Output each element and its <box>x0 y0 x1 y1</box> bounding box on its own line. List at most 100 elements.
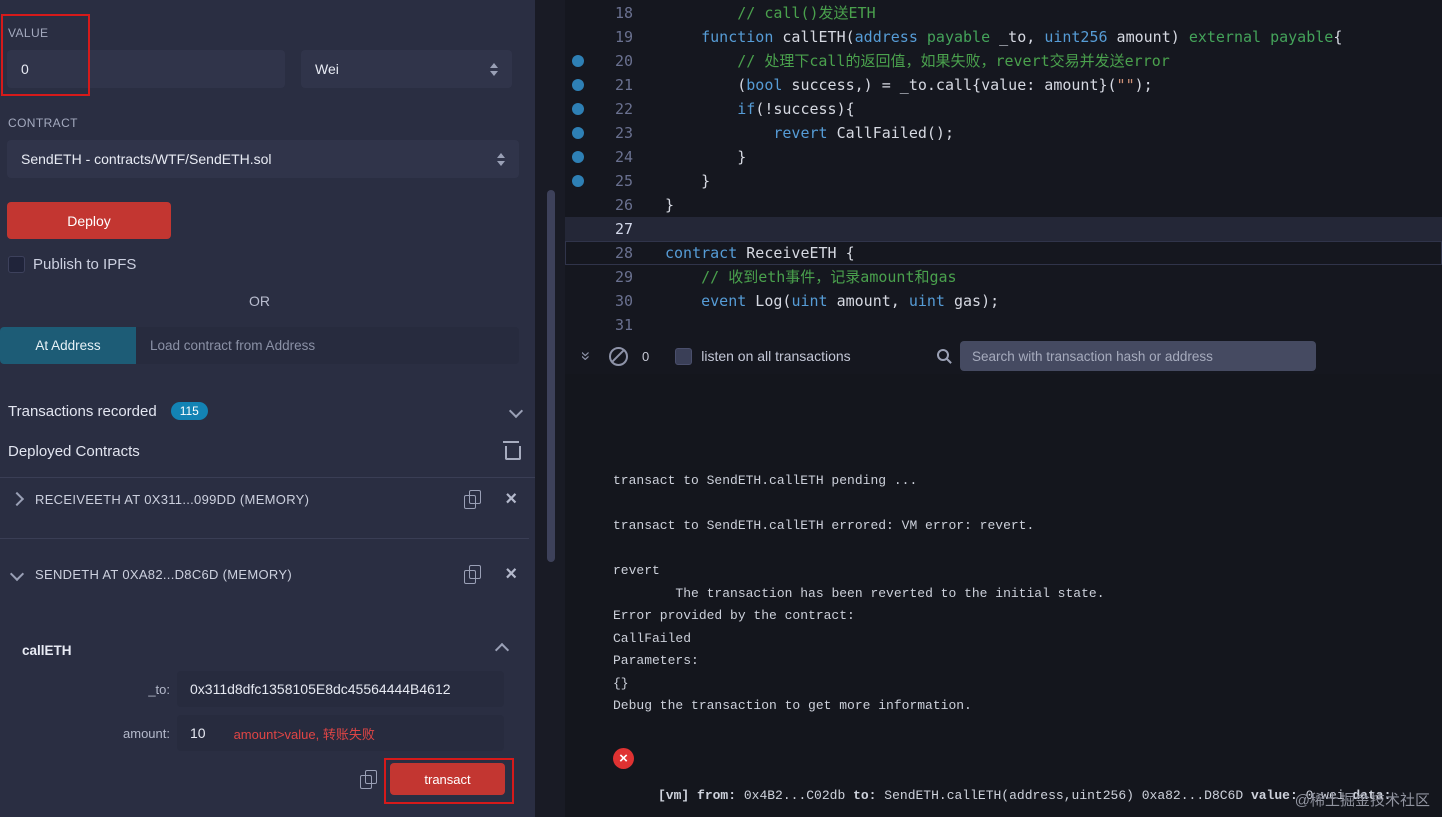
field-label: amount: <box>123 725 170 741</box>
terminal-line: Error provided by the contract: <box>613 608 855 623</box>
gutter[interactable] <box>565 241 591 265</box>
transactions-recorded-header[interactable]: Transactions recorded 115 <box>8 398 524 424</box>
chevron-down-icon[interactable] <box>508 403 524 419</box>
code-line-29[interactable]: 29 // 收到eth事件，记录amount和gas <box>565 265 1442 289</box>
listen-all-checkbox[interactable] <box>675 347 693 365</box>
value-input-text: 0 <box>21 61 29 77</box>
at-address-input[interactable]: Load contract from Address <box>136 327 519 364</box>
gutter[interactable] <box>565 49 591 73</box>
line-number: 26 <box>614 196 633 214</box>
watermark: @稀土掘金技术社区 <box>1294 792 1430 809</box>
close-icon[interactable]: × <box>505 564 517 584</box>
gutter[interactable] <box>565 193 591 217</box>
clear-console-icon[interactable] <box>609 346 628 366</box>
terminal-line: transact to SendETH.callETH errored: VM … <box>613 518 1035 533</box>
chevron-up-icon[interactable] <box>494 642 510 658</box>
transact-button[interactable]: transact <box>390 763 505 795</box>
code-line-27[interactable]: 27 <box>565 217 1442 241</box>
listen-all-label: listen on all transactions <box>701 348 851 364</box>
line-number: 20 <box>614 52 633 70</box>
code-line-20[interactable]: 20 // 处理下call的返回值，如果失败，revert交易并发送error <box>565 49 1442 73</box>
gutter[interactable] <box>565 265 591 289</box>
deployed-contract-row[interactable]: RECEIVEETH AT 0X311...099DD (MEMORY) × <box>0 483 529 515</box>
unit-select[interactable]: Wei <box>301 50 512 88</box>
code-text: (bool success,) = _to.call{value: amount… <box>665 76 1153 94</box>
gutter[interactable] <box>565 313 591 337</box>
code-line-21[interactable]: 21 (bool success,) = _to.call{value: amo… <box>565 73 1442 97</box>
terminal-search-input[interactable] <box>960 341 1316 371</box>
publish-ipfs-label: Publish to IPFS <box>33 256 137 273</box>
code-text: } <box>665 196 675 214</box>
contract-title: RECEIVEETH AT 0X311...099DD (MEMORY) <box>35 491 310 507</box>
code-line-22[interactable]: 22 if(!success){ <box>565 97 1442 121</box>
deployed-contracts-header: Deployed Contracts <box>8 438 521 464</box>
gutter-space <box>572 295 584 307</box>
field-input[interactable]: 10 amount>value, 转账失败 <box>177 715 504 751</box>
or-label: OR <box>249 293 270 309</box>
gutter[interactable] <box>565 289 591 313</box>
code-line-25[interactable]: 25 } <box>565 169 1442 193</box>
editor-lines: 18 // call()发送ETH 19 function callETH(add… <box>565 1 1442 337</box>
deployed-contract-row[interactable]: SENDETH AT 0XA82...D8C6D (MEMORY) × <box>0 558 529 590</box>
breakpoint-icon[interactable] <box>572 79 584 91</box>
deploy-button[interactable]: Deploy <box>7 202 171 239</box>
code-line-18[interactable]: 18 // call()发送ETH <box>565 1 1442 25</box>
field-input[interactable]: 0x311d8dfc1358105E8dc45564444B4612 <box>177 671 504 707</box>
function-header[interactable]: callETH <box>0 636 519 664</box>
publish-ipfs-checkbox[interactable] <box>8 256 25 273</box>
code-line-30[interactable]: 30 event Log(uint amount, uint gas); <box>565 289 1442 313</box>
code-text: if(!success){ <box>737 100 855 118</box>
trash-icon[interactable] <box>503 441 521 460</box>
gutter[interactable] <box>565 217 591 241</box>
at-address-button[interactable]: At Address <box>0 327 136 364</box>
field-value: 0x311d8dfc1358105E8dc45564444B4612 <box>190 681 451 697</box>
terminal-line: {} <box>613 675 629 691</box>
code-line-19[interactable]: 19 function callETH(address payable _to,… <box>565 25 1442 49</box>
code-line-31[interactable]: 31 <box>565 313 1442 337</box>
chevron-down-icon[interactable] <box>9 566 25 582</box>
unit-select-value: Wei <box>315 61 339 77</box>
transactions-count-badge: 115 <box>170 402 208 420</box>
panel-scrollbar-thumb[interactable] <box>547 190 555 562</box>
gutter[interactable] <box>565 25 591 49</box>
breakpoint-icon[interactable] <box>572 151 584 163</box>
gutter[interactable] <box>565 169 591 193</box>
gutter[interactable] <box>565 121 591 145</box>
breakpoint-icon[interactable] <box>572 127 584 139</box>
value-input[interactable]: 0 <box>7 50 285 88</box>
gutter[interactable] <box>565 97 591 121</box>
code-text: } <box>665 148 747 166</box>
field-warning: amount>value, 转账失败 <box>233 726 375 742</box>
gutter[interactable] <box>565 1 591 25</box>
contract-label: CONTRACT <box>8 116 78 130</box>
code-editor[interactable]: 18 // call()发送ETH 19 function callETH(add… <box>565 0 1442 339</box>
breakpoint-icon[interactable] <box>572 175 584 187</box>
close-icon[interactable]: × <box>505 489 517 509</box>
copy-icon[interactable] <box>464 490 482 509</box>
terminal-log: transact to SendETH.callETH pending ... … <box>613 470 1442 718</box>
copy-icon[interactable] <box>464 565 482 584</box>
contract-title: SENDETH AT 0XA82...D8C6D (MEMORY) <box>35 566 292 582</box>
line-number: 22 <box>614 100 633 118</box>
expand-terminal-icon[interactable]: » <box>576 347 596 365</box>
contract-select[interactable]: SendETH - contracts/WTF/SendETH.sol <box>7 140 519 178</box>
code-text: } <box>665 172 711 190</box>
code-line-24[interactable]: 24 } <box>565 145 1442 169</box>
code-line-26[interactable]: 26} <box>565 193 1442 217</box>
copy-icon[interactable] <box>360 770 377 789</box>
terminal-toolbar: » 0 listen on all transactions <box>565 338 1442 375</box>
code-line-28[interactable]: 28 contract ReceiveETH { <box>565 241 1442 265</box>
divider <box>0 538 529 539</box>
at-address-placeholder: Load contract from Address <box>150 338 316 353</box>
gutter[interactable] <box>565 73 591 97</box>
gutter-space <box>572 319 584 331</box>
function-name: callETH <box>22 642 72 658</box>
gutter[interactable] <box>565 145 591 169</box>
line-number: 30 <box>614 292 633 310</box>
terminal-line: transact to SendETH.callETH pending ... <box>613 473 926 488</box>
breakpoint-icon[interactable] <box>572 55 584 67</box>
code-line-23[interactable]: 23 revert CallFailed(); <box>565 121 1442 145</box>
deploy-run-panel: VALUE 0 Wei CONTRACT SendETH - contracts… <box>0 0 535 817</box>
breakpoint-icon[interactable] <box>572 103 584 115</box>
chevron-right-icon[interactable] <box>9 491 25 507</box>
